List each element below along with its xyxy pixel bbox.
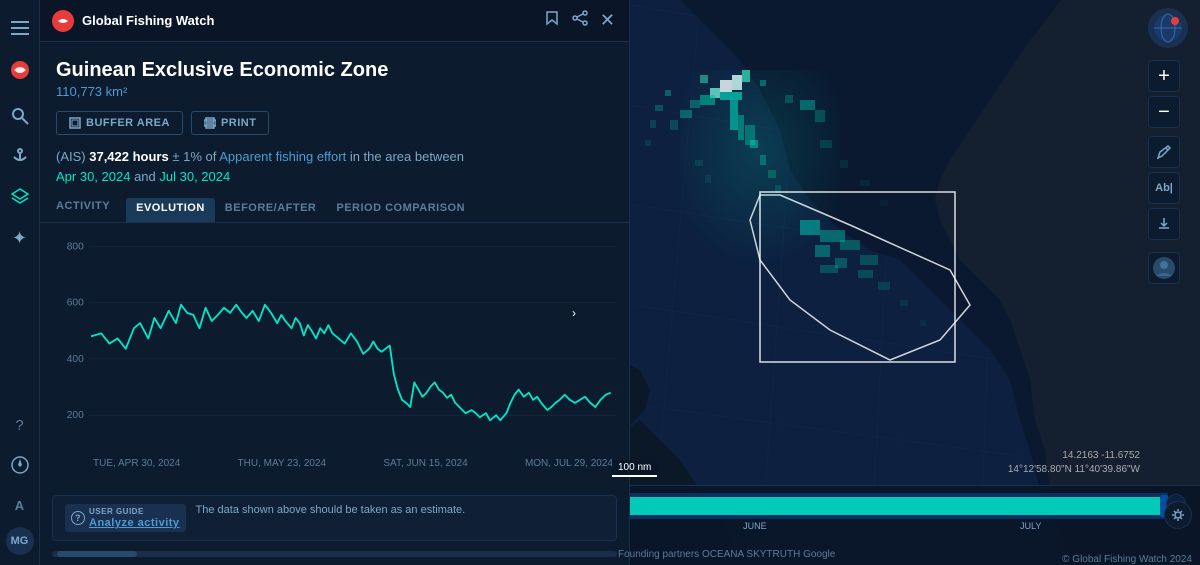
actions-row: BUFFER AREA PRINT — [40, 107, 629, 143]
anchor-icon[interactable] — [2, 138, 38, 174]
buffer-area-label: BUFFER AREA — [86, 117, 170, 129]
x-axis-labels: TUE, APR 30, 2024 THU, MAY 23, 2024 SAT,… — [48, 456, 621, 469]
timeline-settings-button[interactable] — [1164, 501, 1192, 529]
user-icon[interactable]: MG — [6, 527, 34, 555]
tab-period-comparison[interactable]: PERIOD COMPARISON — [326, 198, 475, 222]
print-button[interactable]: PRINT — [191, 111, 270, 135]
svg-text:200: 200 — [67, 410, 84, 421]
activity-chart: 800 600 400 200 — [48, 231, 621, 451]
tab-evolution[interactable]: EVOLUTION — [126, 198, 215, 222]
effort-margin: ± 1% — [169, 149, 202, 164]
share-icon[interactable] — [570, 8, 590, 33]
scrollbar-track[interactable] — [52, 551, 617, 557]
compass-icon[interactable] — [2, 447, 38, 483]
download-map-button[interactable] — [1148, 208, 1180, 240]
effort-highlight: Apparent fishing effort — [219, 149, 346, 164]
svg-text:800: 800 — [67, 241, 84, 252]
app-title: Global Fishing Watch — [82, 13, 214, 28]
zoom-out-button[interactable]: − — [1148, 96, 1180, 128]
scrollbar-area — [40, 547, 629, 565]
translate-icon[interactable]: A — [2, 487, 38, 523]
magic-icon[interactable]: ✦ — [2, 220, 38, 256]
menu-icon[interactable] — [2, 10, 38, 46]
month-label-july: JULY — [1020, 521, 1041, 531]
scale-badge: 100 nm — [612, 460, 657, 477]
logo-icon — [2, 52, 38, 88]
logo-icon — [52, 10, 74, 32]
founding-partners: Founding partners OCEANA SKYTRUTH Google — [610, 543, 843, 565]
profile-button[interactable] — [1148, 252, 1180, 284]
globe-button[interactable] — [1148, 8, 1188, 48]
buffer-area-button[interactable]: BUFFER AREA — [56, 111, 183, 135]
panel-header: Global Fishing Watch ✕ — [40, 0, 629, 42]
effort-date-start: Apr 30, 2024 — [56, 169, 130, 184]
svg-text:600: 600 — [67, 298, 84, 309]
user-guide-link[interactable]: Analyze activity — [89, 517, 180, 529]
x-label-2: THU, MAY 23, 2024 — [238, 458, 327, 469]
zone-area: 110,773 km² — [56, 84, 613, 99]
zone-name: Guinean Exclusive Economic Zone — [56, 58, 613, 82]
draw-button[interactable] — [1148, 136, 1180, 168]
left-sidebar: ✦ ? A MG — [0, 0, 40, 565]
effort-text: (AIS) 37,422 hours ± 1% of Apparent fish… — [40, 143, 629, 194]
analysis-panel: Global Fishing Watch ✕ Guinean Exclusive… — [40, 0, 630, 565]
x-label-3: SAT, JUN 15, 2024 — [383, 458, 467, 469]
copyright: © Global Fishing Watch 2024 — [1062, 554, 1192, 565]
panel-header-actions: ✕ — [542, 8, 617, 33]
x-label-4: MON, JUL 29, 2024 — [525, 458, 613, 469]
plus-icon: + — [1158, 65, 1170, 88]
user-guide-badge[interactable]: ? USER GUIDE Analyze activity — [65, 504, 186, 532]
user-guide-label: USER GUIDE — [89, 507, 180, 516]
effort-of: of — [202, 149, 219, 164]
chart-area: 800 600 400 200 TUE, APR 30, 2024 THU, M… — [40, 223, 629, 489]
user-guide-description: The data shown above should be taken as … — [196, 504, 604, 516]
activity-label: ACTIVITY — [56, 200, 110, 220]
text-button[interactable]: Ab| — [1148, 172, 1180, 204]
effort-date-end: Jul 30, 2024 — [159, 169, 230, 184]
svg-text:400: 400 — [67, 354, 84, 365]
effort-prefix: (AIS) — [56, 149, 89, 164]
text-icon: Ab| — [1155, 182, 1173, 194]
coordinates: 14.2163 -11.675214°12'58.80"N 11°40'39.8… — [1008, 449, 1140, 477]
app-logo: Global Fishing Watch — [52, 10, 214, 32]
help-icon[interactable]: ? — [2, 407, 38, 443]
layers-icon[interactable] — [2, 178, 38, 214]
right-toolbar: + − Ab| — [1148, 8, 1188, 284]
minus-icon: − — [1158, 101, 1170, 124]
zone-info: Guinean Exclusive Economic Zone 110,773 … — [40, 42, 629, 107]
print-label: PRINT — [221, 117, 257, 129]
month-label-june: JUNE — [743, 521, 767, 531]
tab-before-after[interactable]: BEFORE/AFTER — [215, 198, 327, 222]
search-icon[interactable] — [2, 98, 38, 134]
effort-number: 37,422 hours — [89, 149, 169, 164]
effort-suffix: in the area between — [346, 149, 464, 164]
question-icon: ? — [71, 511, 85, 525]
x-label-1: TUE, APR 30, 2024 — [93, 458, 180, 469]
bookmark-icon[interactable] — [542, 8, 562, 33]
tabs-row: ACTIVITY EVOLUTION BEFORE/AFTER PERIOD C… — [40, 194, 629, 223]
effort-date-and: and — [130, 169, 159, 184]
close-icon[interactable]: ✕ — [598, 8, 617, 33]
user-guide-banner: ? USER GUIDE Analyze activity The data s… — [52, 495, 617, 541]
zoom-in-button[interactable]: + — [1148, 60, 1180, 92]
scrollbar-thumb[interactable] — [57, 551, 137, 557]
